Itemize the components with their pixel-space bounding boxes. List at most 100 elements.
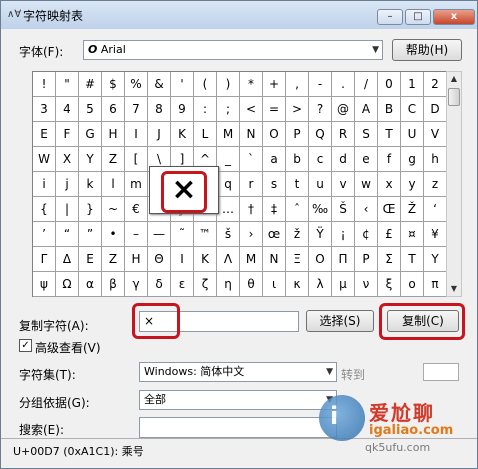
char-cell[interactable]: -	[309, 72, 332, 97]
char-cell[interactable]: }	[79, 197, 102, 222]
char-cell[interactable]: ˜	[171, 222, 194, 247]
grid-scrollbar[interactable]: ▲ ▼	[446, 71, 462, 297]
char-cell[interactable]: Λ	[217, 247, 240, 272]
char-cell[interactable]: ›	[240, 222, 263, 247]
char-cell[interactable]: ¤	[401, 222, 424, 247]
char-cell[interactable]: K	[171, 122, 194, 147]
char-cell[interactable]: δ	[148, 272, 171, 297]
char-cell[interactable]: .	[332, 72, 355, 97]
char-cell[interactable]: π	[424, 272, 447, 297]
char-cell[interactable]: /	[355, 72, 378, 97]
char-cell[interactable]: X	[56, 147, 79, 172]
char-cell[interactable]: 3	[33, 97, 56, 122]
char-cell[interactable]: `	[240, 147, 263, 172]
char-cell[interactable]: 0	[378, 72, 401, 97]
char-cell[interactable]: D	[424, 97, 447, 122]
char-cell[interactable]: >	[286, 97, 309, 122]
char-cell[interactable]: Œ	[378, 197, 401, 222]
char-cell[interactable]: α	[79, 272, 102, 297]
title-bar[interactable]: ∧∀ 字符映射表 – □ x	[1, 1, 477, 29]
char-cell[interactable]: E	[33, 122, 56, 147]
char-cell[interactable]: Ž	[401, 197, 424, 222]
char-cell[interactable]: (	[194, 72, 217, 97]
char-cell[interactable]: Σ	[378, 247, 401, 272]
char-cell[interactable]: ¢	[355, 222, 378, 247]
char-cell[interactable]: U	[401, 122, 424, 147]
scroll-down-icon[interactable]: ▼	[447, 282, 461, 296]
charset-select[interactable]: Windows: 简体中文 ▼	[139, 362, 337, 382]
char-cell[interactable]: ™	[194, 222, 217, 247]
char-cell[interactable]: Š	[332, 197, 355, 222]
char-cell[interactable]: Γ	[33, 247, 56, 272]
char-cell[interactable]: s	[263, 172, 286, 197]
select-button[interactable]: 选择(S)	[306, 310, 374, 332]
char-cell[interactable]: +	[263, 72, 286, 97]
char-cell[interactable]: N	[240, 122, 263, 147]
char-cell[interactable]: Π	[332, 247, 355, 272]
char-cell[interactable]: C	[401, 97, 424, 122]
char-cell[interactable]: :	[194, 97, 217, 122]
char-cell[interactable]: †	[240, 197, 263, 222]
scroll-up-icon[interactable]: ▲	[447, 72, 461, 86]
char-cell[interactable]: ι	[263, 272, 286, 297]
char-cell[interactable]: f	[378, 147, 401, 172]
char-cell[interactable]: 9	[171, 97, 194, 122]
char-cell[interactable]: H	[102, 122, 125, 147]
char-cell[interactable]: q	[217, 172, 240, 197]
char-cell[interactable]: 5	[79, 97, 102, 122]
char-cell[interactable]: ’	[33, 222, 56, 247]
char-cell[interactable]: @	[332, 97, 355, 122]
char-cell[interactable]: ž	[286, 222, 309, 247]
char-cell[interactable]: u	[309, 172, 332, 197]
char-cell[interactable]: κ	[286, 272, 309, 297]
char-cell[interactable]: M	[217, 122, 240, 147]
char-cell[interactable]: μ	[332, 272, 355, 297]
char-cell[interactable]: k	[79, 172, 102, 197]
char-cell[interactable]: J	[148, 122, 171, 147]
char-cell[interactable]: Ξ	[286, 247, 309, 272]
char-cell[interactable]: Θ	[148, 247, 171, 272]
char-cell[interactable]: $	[102, 72, 125, 97]
char-cell[interactable]: |	[56, 197, 79, 222]
char-cell[interactable]: P	[286, 122, 309, 147]
char-cell[interactable]: ~	[102, 197, 125, 222]
char-cell[interactable]: _	[217, 147, 240, 172]
char-cell[interactable]: Υ	[424, 247, 447, 272]
char-cell[interactable]: θ	[240, 272, 263, 297]
char-cell[interactable]: ‹	[355, 197, 378, 222]
char-cell[interactable]: Ρ	[355, 247, 378, 272]
char-cell[interactable]: 8	[148, 97, 171, 122]
char-cell[interactable]: T	[378, 122, 401, 147]
char-cell[interactable]: {	[33, 197, 56, 222]
char-cell[interactable]: Ÿ	[309, 222, 332, 247]
char-cell[interactable]: [	[125, 147, 148, 172]
char-cell[interactable]: O	[263, 122, 286, 147]
char-cell[interactable]: ,	[286, 72, 309, 97]
char-cell[interactable]: z	[424, 172, 447, 197]
char-cell[interactable]: •	[102, 222, 125, 247]
char-cell[interactable]: ο	[401, 272, 424, 297]
close-button[interactable]: x	[433, 9, 475, 25]
help-button[interactable]: 帮助(H)	[392, 39, 462, 61]
char-cell[interactable]: Q	[309, 122, 332, 147]
char-cell[interactable]: ¡	[332, 222, 355, 247]
char-cell[interactable]: 1	[401, 72, 424, 97]
char-cell[interactable]: Ζ	[102, 247, 125, 272]
char-cell[interactable]: …	[217, 197, 240, 222]
char-cell[interactable]: i	[33, 172, 56, 197]
char-cell[interactable]: W	[33, 147, 56, 172]
char-cell[interactable]: ?	[309, 97, 332, 122]
char-cell[interactable]: “	[56, 222, 79, 247]
char-cell[interactable]: ¥	[424, 222, 447, 247]
char-cell[interactable]: e	[355, 147, 378, 172]
char-cell[interactable]: <	[240, 97, 263, 122]
char-cell[interactable]: h	[424, 147, 447, 172]
char-cell[interactable]: ψ	[33, 272, 56, 297]
char-cell[interactable]: η	[217, 272, 240, 297]
char-cell[interactable]: a	[263, 147, 286, 172]
char-cell[interactable]: λ	[309, 272, 332, 297]
char-cell[interactable]: ξ	[378, 272, 401, 297]
char-cell[interactable]: ζ	[194, 272, 217, 297]
char-cell[interactable]: w	[355, 172, 378, 197]
char-cell[interactable]: ‰	[309, 197, 332, 222]
